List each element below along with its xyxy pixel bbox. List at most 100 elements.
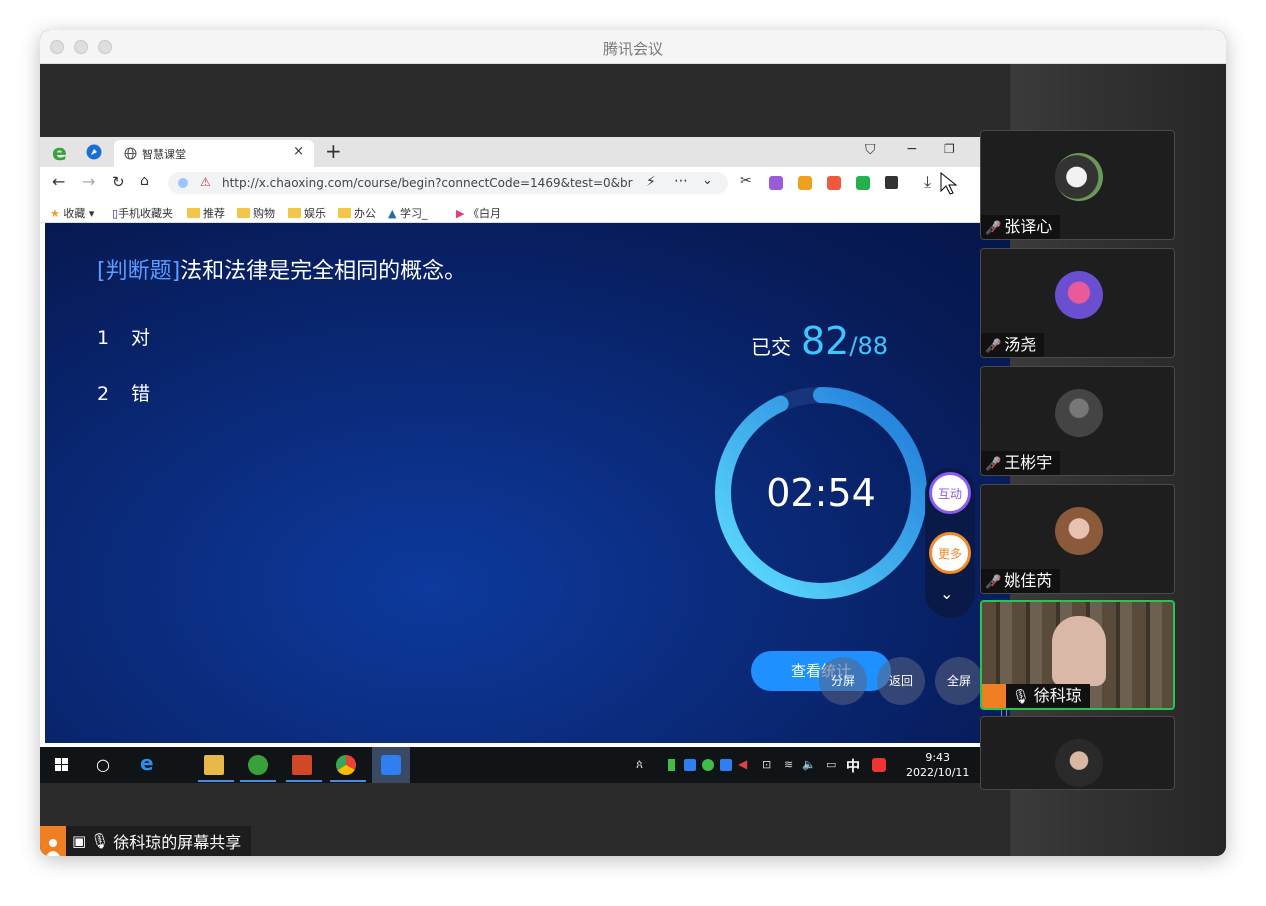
shirt-icon[interactable]: ⛉ [865, 142, 876, 158]
notification-icon[interactable]: ◀ [738, 757, 747, 777]
participant-name: 🎤̸ 姚佳芮 [981, 569, 1061, 593]
participant-name: 🎤̸ 汤尧 [981, 333, 1045, 357]
question-type-tag: [判断题] [97, 259, 181, 284]
download-icon[interactable]: ⤓ [924, 172, 931, 192]
file-explorer-icon[interactable] [204, 755, 224, 775]
security-warning-icon[interactable]: ⚠ [200, 175, 211, 189]
power-icon[interactable]: ▭ [826, 758, 836, 778]
split-screen-button[interactable]: 分屏 [819, 657, 867, 705]
more-icon[interactable]: ⋯ [674, 173, 688, 189]
mic-muted-icon: 🎤̸ [985, 457, 1002, 472]
question-heading: [判断题]法和法律是完全相同的概念。 [97, 253, 466, 285]
svg-text:e: e [52, 141, 67, 163]
quiz-slide: [判断题]法和法律是完全相同的概念。 1对 2错 已交 82/88 02:54 … [45, 223, 1010, 743]
participant-tile[interactable]: 🎤̸ 王彬宇 [980, 366, 1175, 476]
apps-grid-icon[interactable] [885, 176, 898, 189]
sogou-icon[interactable] [872, 758, 886, 772]
new-tab-icon[interactable]: + [325, 139, 342, 163]
active-indicator [240, 780, 276, 782]
participant-name: 🎤̸ 王彬宇 [981, 451, 1061, 475]
avatar [1055, 389, 1103, 437]
participant-name: 🎙 徐科琼 [982, 684, 1090, 708]
refresh-icon[interactable]: ↻ [112, 173, 125, 191]
chevron-down-icon[interactable]: ⌄ [940, 584, 953, 603]
shared-browser-window: e 智慧课堂 × + ⛉ − ❐ × [40, 137, 1010, 783]
bookmark-office[interactable]: 办公 [338, 205, 376, 221]
mic-muted-icon: 🎤̸ [985, 575, 1002, 590]
system-clock[interactable]: 9:43 2022/10/11 [906, 750, 969, 780]
option-item: 2错 [97, 383, 151, 405]
compass-icon[interactable] [86, 144, 102, 160]
meeting-app-icon[interactable] [381, 755, 401, 775]
folder-icon [288, 208, 301, 218]
people-icon[interactable]: ጰ [636, 757, 643, 777]
participant-tile[interactable] [980, 716, 1175, 790]
tab-title: 智慧课堂 [142, 148, 186, 161]
participant-tile[interactable]: 🎤̸ 张译心 [980, 130, 1175, 240]
scissors-icon[interactable]: ✂ [740, 173, 752, 189]
address-bar[interactable]: ⚠ http://x.chaoxing.com/course/begin?con… [168, 172, 728, 194]
ie-logo-icon: e [52, 141, 67, 163]
wifi-icon[interactable]: ≋ [784, 758, 793, 778]
tray-meeting-icon[interactable] [720, 759, 732, 771]
tab-active[interactable]: 智慧课堂 × [114, 140, 314, 167]
chevron-down-icon[interactable]: ⌄ [702, 173, 713, 188]
url-text: http://x.chaoxing.com/course/begin?conne… [222, 176, 633, 190]
shield-icon[interactable] [798, 176, 812, 190]
avatar [1055, 153, 1103, 201]
battery-icon[interactable] [668, 759, 675, 771]
minimize-icon[interactable]: − [906, 141, 918, 157]
bookmark-baiyue[interactable]: ▶ 《白月 [456, 205, 501, 221]
tab-close-icon[interactable]: × [293, 144, 304, 159]
mic-muted-icon: 🎤̸ [985, 221, 1002, 236]
home-icon[interactable]: ⌂ [140, 173, 149, 189]
bookmark-shopping[interactable]: 购物 [237, 205, 275, 221]
bookmark-recommend[interactable]: 推荐 [187, 205, 225, 221]
option-item: 1对 [97, 327, 151, 349]
site-info-icon[interactable] [178, 178, 188, 188]
chrome-icon[interactable] [336, 755, 356, 775]
submitted-counter: 已交 82/88 [751, 319, 888, 363]
edge-icon[interactable]: e [140, 751, 154, 775]
speaker-video-face [1052, 616, 1106, 686]
active-indicator [330, 780, 366, 782]
globe-icon [124, 147, 137, 160]
mouse-cursor-icon [940, 172, 958, 195]
tray-app-icon[interactable] [684, 759, 696, 771]
interact-button[interactable]: 互动 [929, 472, 971, 514]
user-avatar-icon [40, 826, 66, 856]
participant-tile[interactable]: 🎤̸ 汤尧 [980, 248, 1175, 358]
game-icon[interactable] [827, 176, 841, 190]
fullscreen-button[interactable]: 全屏 [935, 657, 983, 705]
screen-share-label: ▣ 🎙 徐科琼的屏幕共享 [40, 826, 252, 856]
screen-share-icon: ▣ [72, 832, 87, 850]
bookmark-mobile[interactable]: ▯手机收藏夹 [112, 205, 173, 221]
search-circle-icon[interactable]: ○ [96, 755, 110, 775]
bookmark-entertainment[interactable]: 娱乐 [288, 205, 326, 221]
volume-icon[interactable]: 🔈 [802, 758, 816, 778]
window-title: 腾讯会议 [602, 40, 663, 58]
windows-start-icon[interactable] [54, 755, 70, 775]
browser-app-icon[interactable] [248, 755, 268, 775]
bookmark-favorites[interactable]: ★ 收藏 ▾ [50, 205, 94, 221]
question-text: 法和法律是完全相同的概念。 [180, 259, 467, 284]
forward-icon[interactable]: → [82, 172, 95, 191]
microphone-icon: 🎙 [1012, 689, 1030, 705]
keyboard-icon[interactable]: ⊡ [762, 758, 771, 778]
participant-tile[interactable]: 🎤̸ 姚佳芮 [980, 484, 1175, 594]
bookmark-study[interactable]: ▲ 学习_ [388, 205, 427, 221]
restore-icon[interactable]: ❐ [944, 142, 955, 156]
back-button[interactable]: 返回 [877, 657, 925, 705]
translate-icon[interactable] [769, 176, 783, 190]
back-icon[interactable]: ← [52, 172, 65, 191]
more-button[interactable]: 更多 [929, 532, 971, 574]
reader-icon[interactable] [856, 176, 870, 190]
powerpoint-icon[interactable] [292, 755, 312, 775]
floating-tool-panel: 互动 更多 ⌄ [925, 468, 975, 618]
windows-taskbar: ○ e ጰ ◀ ⊡ ≋ 🔈 ▭ 中 9:43 2022/10/11 [40, 747, 1010, 783]
ime-indicator[interactable]: 中 [846, 756, 860, 776]
participant-tile-active-speaker[interactable]: 🎙 徐科琼 [980, 600, 1175, 710]
countdown-ring: 02:54 [711, 383, 931, 603]
tray-green-icon[interactable] [702, 759, 714, 771]
lightning-icon[interactable]: ⚡ [646, 174, 656, 190]
